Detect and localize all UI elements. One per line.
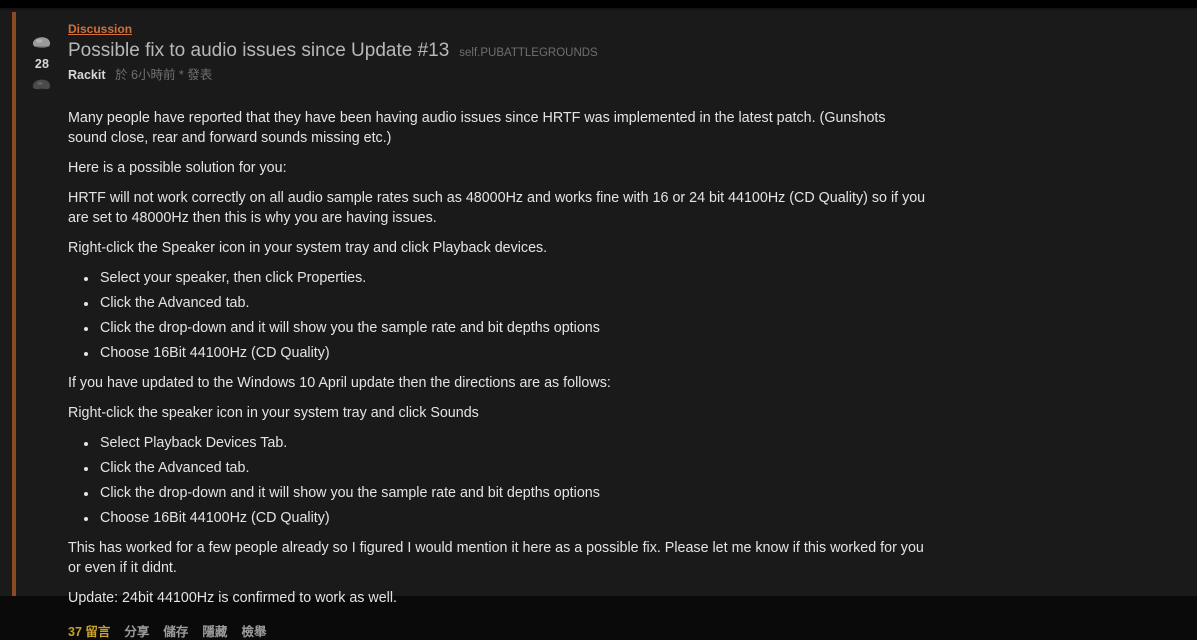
post-container: 28 Discussion Possible fix to audio issu… xyxy=(16,8,1197,639)
body-paragraph: This has worked for a few people already… xyxy=(68,540,924,576)
list-item: Choose 16Bit 44100Hz (CD Quality) xyxy=(98,508,928,528)
instruction-list-classic: Select your speaker, then click Properti… xyxy=(68,268,928,363)
post-action-bar: 37 留言 分享 儲存 隱藏 檢舉 xyxy=(68,624,1177,640)
body-paragraph: Many people have reported that they have… xyxy=(68,110,886,146)
post-author[interactable]: Rackit xyxy=(68,68,106,82)
upvote-button[interactable] xyxy=(29,34,55,54)
post-body: Many people have reported that they have… xyxy=(68,108,928,608)
comments-link[interactable]: 37 留言 xyxy=(68,624,110,640)
post-timestamp: 於 6小時前 * 發表 xyxy=(115,68,213,82)
list-item: Click the Advanced tab. xyxy=(98,293,928,313)
body-paragraph: If you have updated to the Windows 10 Ap… xyxy=(68,375,611,391)
vote-score: 28 xyxy=(34,57,50,71)
helmet-upvote-icon xyxy=(32,37,51,48)
top-black-band xyxy=(0,0,1197,8)
body-paragraph: HRTF will not work correctly on all audi… xyxy=(68,190,926,226)
hide-link[interactable]: 隱藏 xyxy=(202,624,227,640)
post-content: Discussion Possible fix to audio issues … xyxy=(68,8,1197,639)
post-byline: Rackit 於 6小時前 * 發表 xyxy=(68,66,1177,84)
share-link[interactable]: 分享 xyxy=(124,624,149,640)
body-paragraph: Right-click the Speaker icon in your sys… xyxy=(68,240,548,256)
post-title[interactable]: Possible fix to audio issues since Updat… xyxy=(68,39,449,63)
save-link[interactable]: 儲存 xyxy=(163,624,188,640)
vote-column: 28 xyxy=(16,8,68,596)
instruction-list-april-update: Select Playback Devices Tab. Click the A… xyxy=(68,433,928,528)
list-item: Click the drop-down and it will show you… xyxy=(98,483,928,503)
helmet-downvote-icon xyxy=(32,79,51,90)
list-item: Select Playback Devices Tab. xyxy=(98,433,928,453)
report-link[interactable]: 檢舉 xyxy=(241,624,266,640)
list-item: Choose 16Bit 44100Hz (CD Quality) xyxy=(98,343,928,363)
post-page: 28 Discussion Possible fix to audio issu… xyxy=(0,8,1197,639)
post-domain: self.PUBATTLEGROUNDS xyxy=(459,47,598,59)
list-item: Click the Advanced tab. xyxy=(98,458,928,478)
list-item: Click the drop-down and it will show you… xyxy=(98,318,928,338)
post-title-row: Possible fix to audio issues since Updat… xyxy=(68,39,1177,63)
body-paragraph: Right-click the speaker icon in your sys… xyxy=(68,405,479,421)
body-paragraph: Here is a possible solution for you: xyxy=(68,160,287,176)
post-flair[interactable]: Discussion xyxy=(68,22,132,36)
body-paragraph: Update: 24bit 44100Hz is confirmed to wo… xyxy=(68,590,397,606)
list-item: Select your speaker, then click Properti… xyxy=(98,268,928,288)
downvote-button[interactable] xyxy=(29,75,55,95)
